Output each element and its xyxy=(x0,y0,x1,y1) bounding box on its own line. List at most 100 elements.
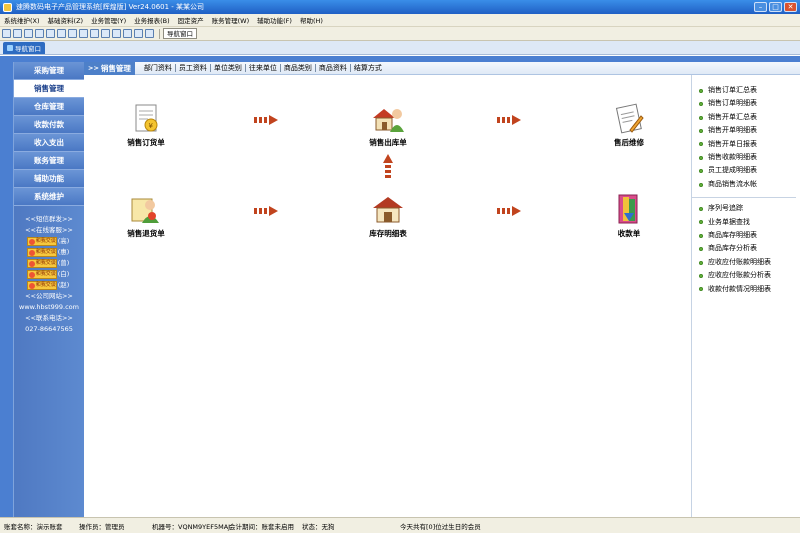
qq-contact-1[interactable]: 和我交谈 (高) xyxy=(12,236,84,247)
receipt-icon xyxy=(612,193,646,227)
sales-outbound-icon xyxy=(371,102,405,136)
bullet-icon xyxy=(699,206,703,211)
report-link[interactable]: 销售开单日报表 xyxy=(699,138,800,151)
report-link[interactable]: 商品库存分析表 xyxy=(699,242,800,255)
menu-accounting[interactable]: 账务管理(W) xyxy=(208,15,254,25)
menu-business[interactable]: 业务管理(Y) xyxy=(87,15,130,25)
flow-node-receipt[interactable]: 收款单 xyxy=(599,193,659,239)
report-link[interactable]: 员工提成明细表 xyxy=(699,164,800,177)
subnav-link-employees[interactable]: 员工资料 xyxy=(176,64,211,72)
menu-system[interactable]: 系统维护(X) xyxy=(0,15,44,25)
close-button[interactable]: ✕ xyxy=(784,2,797,12)
sidebar-item-warehouse[interactable]: 仓库管理 xyxy=(14,98,84,116)
calc-icon[interactable] xyxy=(112,29,121,38)
bullet-icon xyxy=(699,287,703,292)
qq-contact-2[interactable]: 和我交谈 (惠) xyxy=(12,247,84,258)
toolbar: 导航窗口 xyxy=(0,27,800,41)
report-link[interactable]: 销售开单明细表 xyxy=(699,124,800,137)
minimize-button[interactable]: – xyxy=(754,2,767,12)
flow-node-sales-outbound[interactable]: 销售出库单 xyxy=(358,102,418,148)
report-link[interactable]: 收款付款情况明细表 xyxy=(699,283,800,296)
status-operator: 操作员：管理员 xyxy=(79,522,125,531)
bullet-icon xyxy=(699,102,703,107)
flow-arrow-right-3 xyxy=(254,206,278,216)
toolbar-separator xyxy=(159,28,160,39)
report-link[interactable]: 业务单据查找 xyxy=(699,216,800,229)
sales-order-icon: ¥ xyxy=(129,102,163,136)
sidebar-item-income-expense[interactable]: 收入支出 xyxy=(14,134,84,152)
sidebar-item-sales[interactable]: 销售管理 xyxy=(14,80,84,98)
nav-window-button[interactable]: 导航窗口 xyxy=(163,28,197,39)
sales-return-icon xyxy=(129,193,163,227)
title-bar: 速腾数码电子产品管理系统[辉煌版] Ver24.0601 - 某某公司 – □ … xyxy=(0,0,800,14)
menu-reports[interactable]: 业务报表(B) xyxy=(130,15,174,25)
subnav-link-unit-types[interactable]: 单位类别 xyxy=(211,64,246,72)
subnav-link-product-types[interactable]: 商品类别 xyxy=(281,64,316,72)
tab-nav-window[interactable]: 导航窗口 xyxy=(3,42,45,54)
report-link[interactable]: 商品销售流水帐 xyxy=(699,178,800,191)
flow-node-sales-order[interactable]: ¥ 销售订货单 xyxy=(116,102,176,148)
doc-icon[interactable] xyxy=(90,29,99,38)
flow-node-sales-return[interactable]: 销售退货单 xyxy=(116,193,176,239)
menu-basic-data[interactable]: 基础资料(Z) xyxy=(44,15,88,25)
qq-contact-5[interactable]: 和我交谈 (赵) xyxy=(12,280,84,291)
report-link[interactable]: 销售收款明细表 xyxy=(699,151,800,164)
qq-icon xyxy=(28,238,35,245)
flow-arrow-right-1 xyxy=(254,115,278,125)
bullet-icon xyxy=(699,220,703,225)
bullet-icon xyxy=(699,142,703,147)
menu-help[interactable]: 帮助(H) xyxy=(296,15,327,25)
subnav-link-departments[interactable]: 部门资料 xyxy=(141,64,176,72)
bullet-icon xyxy=(699,88,703,93)
info-icon[interactable] xyxy=(145,29,154,38)
sidebar-item-auxiliary[interactable]: 辅助功能 xyxy=(14,170,84,188)
report-link[interactable]: 商品库存明细表 xyxy=(699,229,800,242)
subnav-link-partners[interactable]: 往来单位 xyxy=(246,64,281,72)
flow-node-inventory[interactable]: 库存明细表 xyxy=(358,193,418,239)
qq-contact-4[interactable]: 和我交谈 (白) xyxy=(12,269,84,280)
flow-arrow-up xyxy=(383,154,393,178)
menu-fixed-assets[interactable]: 固定资产 xyxy=(174,15,208,25)
status-period: 会计期间：账套未启用 xyxy=(229,522,294,531)
report-link[interactable]: 销售开单汇总表 xyxy=(699,111,800,124)
open-icon[interactable] xyxy=(13,29,22,38)
report-link[interactable]: 序列号追踪 xyxy=(699,202,800,215)
bullet-icon xyxy=(699,128,703,133)
tools-icon[interactable] xyxy=(46,29,55,38)
flow-node-after-sales[interactable]: 售后维修 xyxy=(599,102,659,148)
website-link[interactable]: www.hbst999.com xyxy=(14,302,84,313)
website-label: <<公司网站>> xyxy=(25,292,73,300)
online-service-label: <<在线客服>> xyxy=(25,226,73,234)
sidebar-item-accounting[interactable]: 账务管理 xyxy=(14,152,84,170)
help-icon[interactable] xyxy=(134,29,143,38)
new-icon[interactable] xyxy=(2,29,11,38)
subnav-link-settlement[interactable]: 结算方式 xyxy=(351,64,385,72)
sms-link[interactable]: <<短信群发>> xyxy=(14,214,84,225)
report-link[interactable]: 销售订单汇总表 xyxy=(699,84,800,97)
bullet-icon xyxy=(699,260,703,265)
menu-bar: 系统维护(X) 基础资料(Z) 业务管理(Y) 业务报表(B) 固定资产 账务管… xyxy=(0,14,800,27)
phone-label: <<联系电话>> xyxy=(25,314,73,322)
report-link[interactable]: 应收应付账款明细表 xyxy=(699,256,800,269)
sub-navigation: >> 销售管理 部门资料 员工资料 单位类别 往来单位 商品类别 商品资料 结算方… xyxy=(84,61,800,75)
list-icon[interactable] xyxy=(24,29,33,38)
sidebar-item-system[interactable]: 系统维护 xyxy=(14,188,84,206)
save-icon[interactable] xyxy=(101,29,110,38)
qq-contact-3[interactable]: 和我交谈 (曾) xyxy=(12,258,84,269)
table-icon[interactable] xyxy=(123,29,132,38)
user-icon[interactable] xyxy=(57,29,66,38)
report-link[interactable]: 应收应付账款分析表 xyxy=(699,269,800,282)
menu-auxiliary[interactable]: 辅助功能(F) xyxy=(253,15,296,25)
subnav-link-products[interactable]: 商品资料 xyxy=(316,64,351,72)
tab-label: 导航窗口 xyxy=(15,45,41,53)
status-machine: 机器号：VQNM9YEF5MAJ xyxy=(152,522,231,531)
print-icon[interactable] xyxy=(68,29,77,38)
after-sales-repair-icon xyxy=(612,102,646,136)
app-icon xyxy=(3,2,12,12)
sidebar-item-payments[interactable]: 收款付款 xyxy=(14,116,84,134)
chart-icon[interactable] xyxy=(35,29,44,38)
maximize-button[interactable]: □ xyxy=(769,2,782,12)
pen-icon[interactable] xyxy=(79,29,88,38)
report-link[interactable]: 销售订单明细表 xyxy=(699,97,800,110)
sidebar-item-purchase[interactable]: 采购管理 xyxy=(14,62,84,80)
